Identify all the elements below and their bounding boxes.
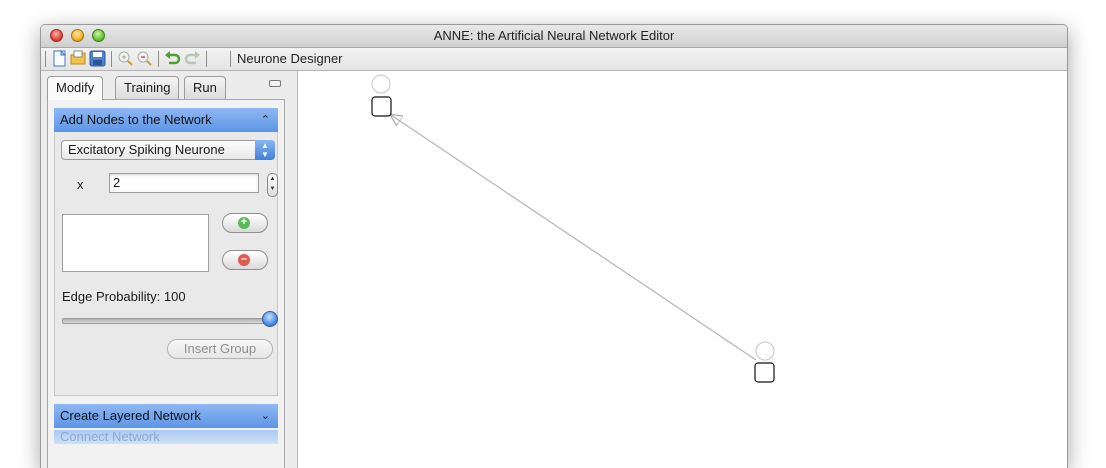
tab-bar: Modify Training Run [47, 76, 285, 100]
tab-run[interactable]: Run [184, 76, 226, 99]
minus-icon: – [238, 254, 250, 266]
chevron-up-icon: ⌃ [260, 114, 270, 126]
connect-network-title: Connect Network [60, 430, 160, 444]
close-window-icon[interactable] [50, 29, 63, 42]
insert-group-button[interactable]: Insert Group [167, 339, 273, 359]
toolbar-separator [45, 51, 46, 67]
self-loop-icon [371, 74, 391, 94]
edge-probability-text: Edge Probability: [62, 289, 161, 304]
title-bar: ANNE: the Artificial Neural Network Edit… [41, 25, 1067, 48]
zoom-out-icon[interactable] [136, 50, 153, 67]
toolbar: Neurone Designer [41, 48, 1067, 71]
neurone-type-value: Excitatory Spiking Neurone [68, 142, 225, 157]
zoom-window-icon[interactable] [92, 29, 105, 42]
select-arrows-icon: ▲ ▼ [255, 140, 275, 160]
tab-training[interactable]: Training [115, 76, 180, 99]
sidebar: Modify Training Run Add Nodes to the Net… [47, 74, 285, 468]
node-count-stepper[interactable]: ▲ ▼ [267, 173, 278, 197]
network-graph [371, 74, 775, 383]
save-disk-icon[interactable] [89, 50, 106, 67]
collapse-panel-icon[interactable] [269, 80, 281, 87]
self-loop-icon [755, 341, 775, 361]
redo-icon[interactable] [184, 50, 201, 67]
app-window: ANNE: the Artificial Neural Network Edit… [40, 24, 1068, 468]
create-layered-network-header[interactable]: Create Layered Network ⌄ [54, 404, 278, 428]
count-label: x [77, 177, 84, 192]
edge-probability-label: Edge Probability: 100 [62, 289, 186, 304]
new-file-icon[interactable] [51, 49, 68, 67]
toolbar-separator [206, 51, 207, 67]
add-nodes-header[interactable]: Add Nodes to the Network ⌃ [54, 108, 278, 132]
zoom-in-icon[interactable] [117, 50, 134, 67]
toolbar-separator [111, 51, 112, 67]
window-title: ANNE: the Artificial Neural Network Edit… [433, 28, 675, 43]
toolbar-separator [158, 51, 159, 67]
connect-network-header[interactable]: Connect Network [54, 430, 278, 444]
modify-panel: Add Nodes to the Network ⌃ Excitatory Sp… [47, 99, 285, 468]
plus-icon: + [238, 217, 250, 229]
edge-probability-slider[interactable] [62, 318, 272, 324]
remove-group-button[interactable]: – [222, 250, 268, 270]
edge-probability-value: 100 [163, 289, 186, 304]
tab-modify[interactable]: Modify [47, 76, 104, 100]
toolbar-mode-label: Neurone Designer [237, 51, 343, 66]
node-count-input[interactable]: 2 [109, 173, 259, 193]
network-canvas[interactable] [297, 71, 1067, 468]
slider-knob[interactable] [262, 311, 278, 327]
add-nodes-title: Add Nodes to the Network [60, 112, 212, 127]
minimize-window-icon[interactable] [71, 29, 84, 42]
neurone-type-select[interactable]: Excitatory Spiking Neurone ▲ ▼ [61, 140, 275, 160]
neurone-node[interactable] [371, 96, 392, 117]
edge-connection[interactable] [391, 115, 757, 361]
create-layered-network-title: Create Layered Network [60, 408, 201, 423]
group-list[interactable] [62, 214, 209, 272]
add-nodes-body: Excitatory Spiking Neurone ▲ ▼ x 2 ▲ ▼ + –… [54, 132, 278, 396]
neurone-node[interactable] [754, 362, 775, 383]
chevron-down-icon: ⌄ [260, 410, 270, 422]
toolbar-separator [230, 51, 231, 67]
undo-icon[interactable] [164, 50, 181, 67]
open-folder-icon[interactable] [70, 50, 87, 67]
add-group-button[interactable]: + [222, 213, 268, 233]
